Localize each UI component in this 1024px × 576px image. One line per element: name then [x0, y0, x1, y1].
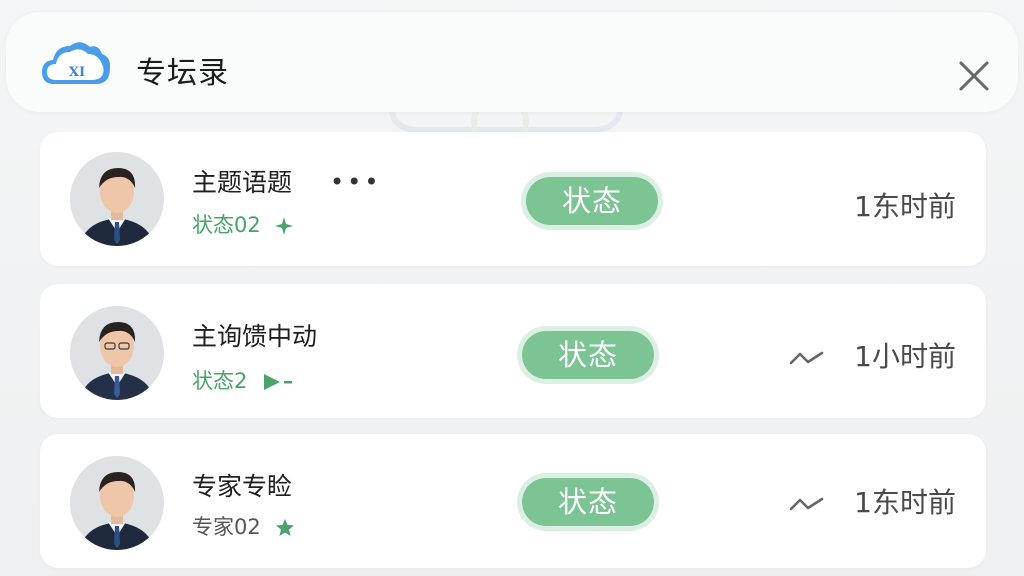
status-badge[interactable]: 状态: [526, 177, 658, 225]
cloud-logo-icon: XI: [42, 42, 111, 84]
trend-icon: [790, 497, 824, 511]
avatar: [70, 306, 164, 400]
header-bar: XI 专坛录: [6, 12, 1018, 112]
record-time: 1东时前: [854, 486, 956, 519]
trend-icon: [790, 351, 824, 365]
star-icon: [276, 519, 295, 536]
status-badge[interactable]: 状态: [522, 478, 654, 526]
record-time: 1小时前: [854, 340, 956, 373]
record-page: XI 专坛录 主题语题 ••• 状态02 状态 1东时前 主询馈中动 状态2 状…: [0, 0, 1024, 576]
record-card[interactable]: 专家专睑 专家02 状态 1东时前: [40, 434, 986, 568]
record-card[interactable]: 主询馈中动 状态2 状态 1小时前: [40, 284, 986, 418]
more-icon[interactable]: •••: [330, 170, 381, 194]
sparkle-icon: [275, 217, 294, 235]
record-sub: 状态2: [192, 368, 296, 394]
record-name: 专家专睑: [192, 472, 293, 501]
page-title: 专坛录: [136, 56, 229, 91]
status-badge[interactable]: 状态: [522, 331, 654, 379]
logo-text: XI: [69, 65, 85, 80]
avatar: [70, 152, 164, 246]
record-sub-label: 状态2: [192, 369, 248, 393]
close-icon[interactable]: [954, 56, 994, 96]
record-time: 1东时前: [854, 190, 956, 223]
record-sub: 专家02: [192, 514, 295, 540]
record-card[interactable]: 主题语题 ••• 状态02 状态 1东时前: [40, 132, 986, 266]
send-icon: [264, 374, 293, 390]
record-name: 主询馈中动: [192, 322, 318, 351]
record-sub: 状态02: [192, 212, 294, 238]
record-sub-label: 专家02: [192, 515, 261, 539]
record-sub-label: 状态02: [192, 213, 261, 237]
record-name: 主题语题: [192, 168, 293, 197]
avatar: [70, 456, 164, 550]
